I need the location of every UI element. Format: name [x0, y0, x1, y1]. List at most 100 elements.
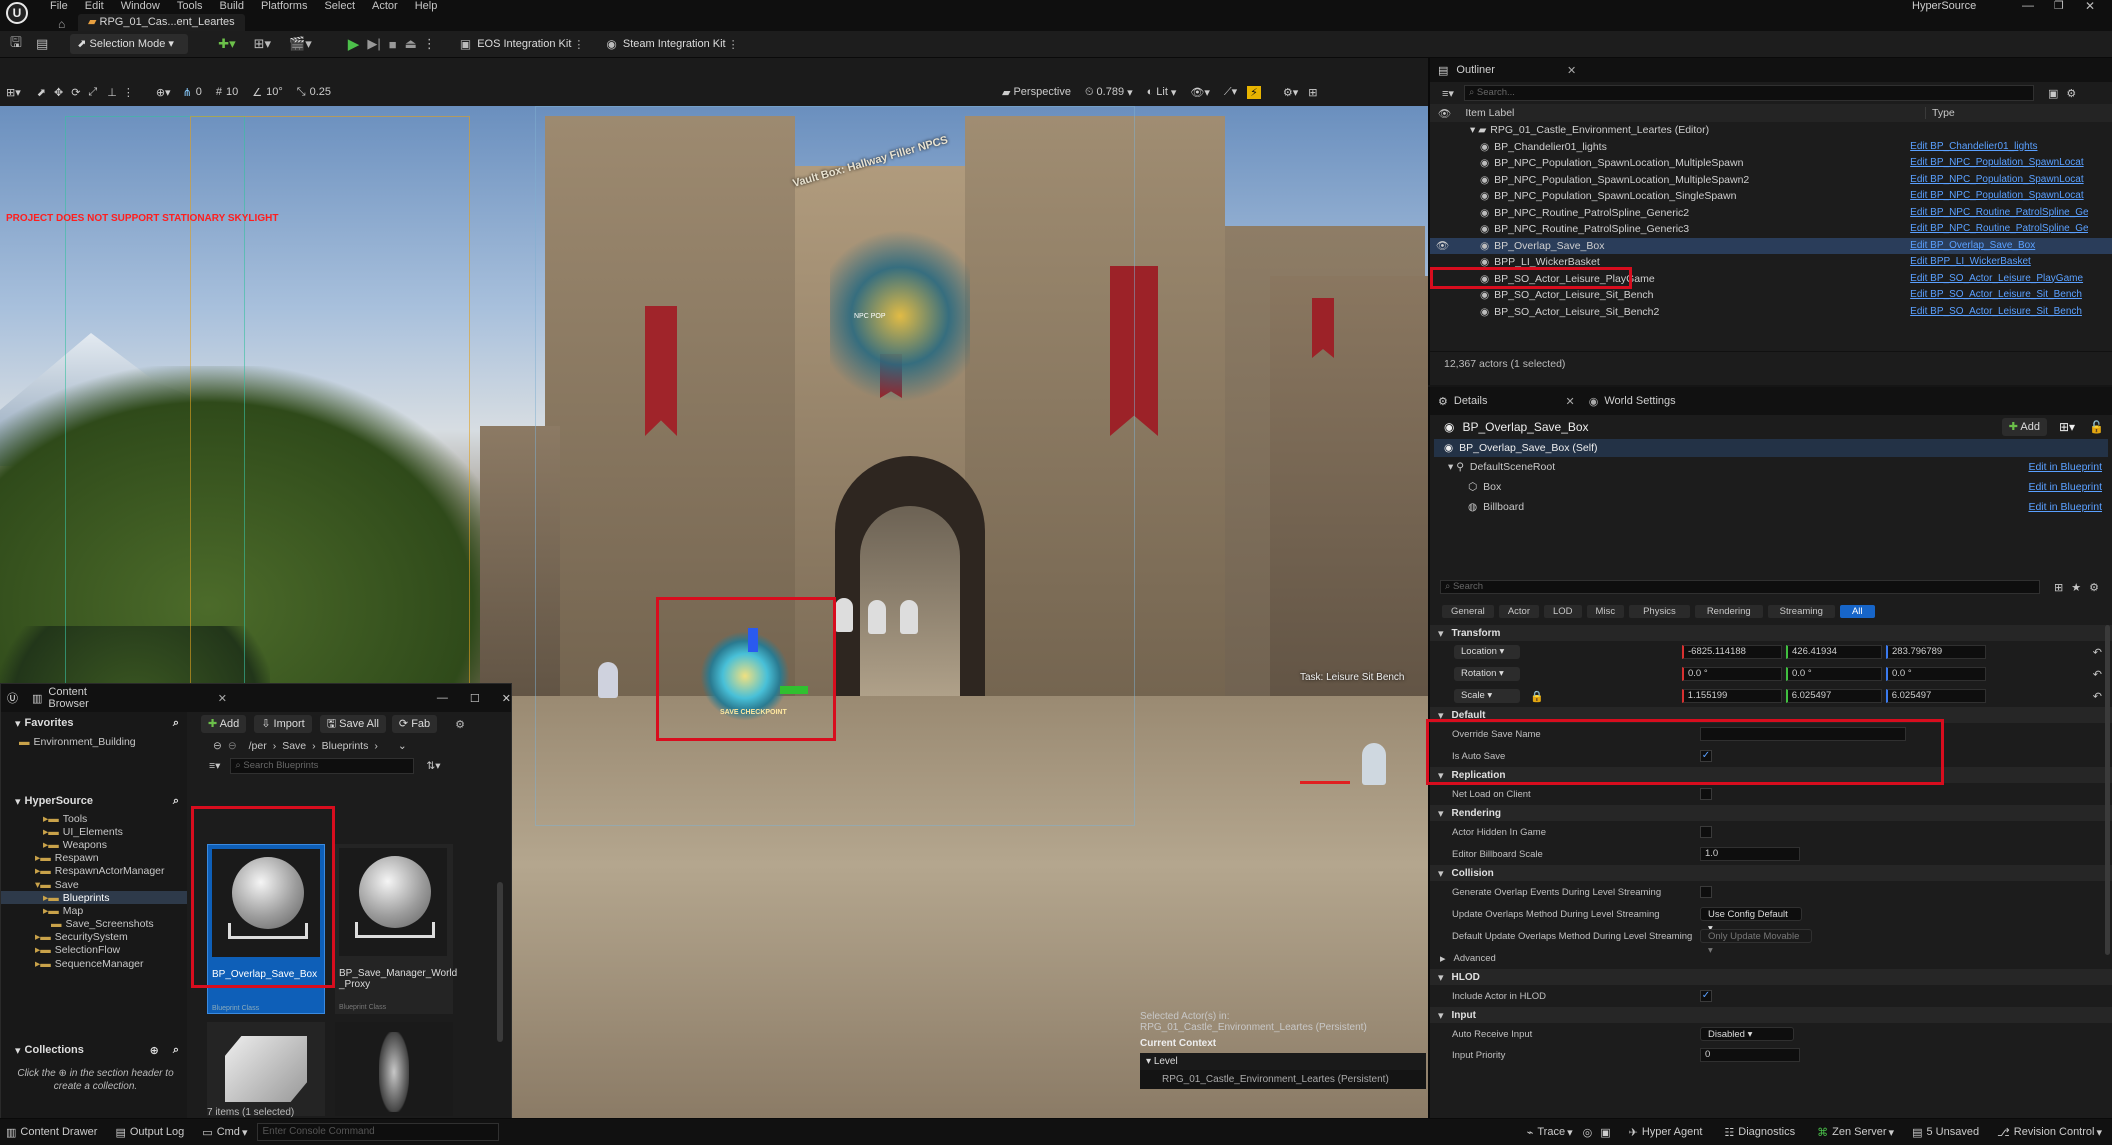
select-tool-icon[interactable]: ⬈	[37, 86, 46, 99]
zen-server-button[interactable]: Zen Server	[1832, 1126, 1886, 1138]
outliner-row[interactable]: 👁 ◉ BP_Overlap_Save_Box Edit BP_Overlap_Sav…	[1430, 237, 2112, 255]
folder-save[interactable]: ▾▬ Save	[1, 878, 187, 891]
outliner-search-input[interactable]: ⌕ Search...	[1463, 85, 2034, 101]
scale-tool-icon[interactable]: ⤢	[88, 86, 97, 99]
collision-advanced[interactable]: ▸ Advanced	[1430, 947, 2112, 969]
rotation-snap-icon[interactable]: ∠	[252, 86, 262, 99]
rotate-tool-icon[interactable]: ⟳	[71, 86, 80, 99]
favorite-item[interactable]: ▬ Environment_Building	[1, 734, 187, 750]
tab-details[interactable]: Details	[1454, 395, 1488, 407]
lock-icon[interactable]: 🔒	[1530, 690, 1544, 703]
history-back-icon[interactable]: ⊖	[213, 740, 222, 752]
play-step-icon[interactable]: ▶|	[367, 36, 380, 52]
category-transform[interactable]: ▾ Transform	[1430, 625, 2112, 641]
details-scrollbar[interactable]	[2105, 625, 2110, 955]
outliner-row-type-link[interactable]: Edit BP_NPC_Population_SpawnLocat	[1910, 172, 2088, 189]
rotation-z-input[interactable]: 0.0 °	[1886, 667, 1986, 681]
input-priority-input[interactable]: 0	[1700, 1048, 1800, 1062]
table-view-icon[interactable]: ⊞	[2054, 581, 2063, 594]
npc-figure-icon[interactable]	[835, 598, 853, 632]
filter-lod[interactable]: LOD	[1544, 604, 1582, 618]
net-load-checkbox[interactable]	[1700, 788, 1712, 800]
scale-x-input[interactable]: 1.155199	[1681, 689, 1782, 703]
menu-tools[interactable]: Tools	[177, 1, 203, 12]
tab-close-icon[interactable]: ✕	[218, 692, 227, 705]
tab-world-settings[interactable]: World Settings	[1604, 395, 1675, 407]
settings-icon[interactable]: ⚙	[2066, 87, 2076, 100]
outliner-row-type-link[interactable]: Edit BP_Chandelier01_lights	[1910, 139, 2088, 156]
snap-translate-value[interactable]: 0	[196, 86, 202, 98]
billboard-scale-input[interactable]: 1.0	[1700, 847, 1800, 861]
close-icon[interactable]: ✕	[2085, 0, 2095, 13]
edit-in-blueprint-link[interactable]: Edit in Blueprint	[2028, 501, 2102, 513]
favorite-star-icon[interactable]: ★	[2071, 581, 2081, 594]
asset-tile[interactable]	[207, 1022, 325, 1116]
details-search-input[interactable]: ⌕ Search	[1440, 580, 2040, 594]
tab-close-icon[interactable]: ✕	[1566, 395, 1575, 408]
location-x-input[interactable]: -6825.114188	[1682, 645, 1782, 659]
more-tools-icon[interactable]: ⋮	[123, 86, 134, 99]
blueprint-options-icon[interactable]: ⊞▾	[2059, 420, 2075, 434]
outliner-row[interactable]: ◉ BP_NPC_Routine_PatrolSpline_Generic2 Edi…	[1430, 205, 2112, 222]
folder-blueprints[interactable]: ▸▬ Blueprints	[1, 891, 187, 905]
window-minimize-icon[interactable]: —	[437, 692, 448, 704]
unreal-logo-icon[interactable]: U	[6, 2, 28, 24]
outliner-row[interactable]: ◉ BP_Chandelier01_lights Edit BP_Chandelie…	[1430, 139, 2112, 156]
blueprint-icon[interactable]: ⊞▾	[254, 36, 271, 52]
visibility-icon[interactable]: 👁	[1438, 107, 1451, 120]
filter-general[interactable]: General	[1442, 604, 1494, 618]
folder-tools[interactable]: ▸▬ Tools	[1, 812, 187, 825]
folder-save-screenshots[interactable]: ▬ Save_Screenshots	[1, 918, 187, 931]
view-mode-dropdown[interactable]: Lit	[1156, 86, 1168, 98]
stop-icon[interactable]: ■	[389, 37, 397, 52]
component-row[interactable]: ▾ ⚲ DefaultSceneRoot Edit in Blueprint	[1434, 457, 2108, 477]
filter-icon[interactable]: ≡▾	[209, 760, 220, 772]
add-button[interactable]: ✚ Add	[201, 715, 247, 733]
console-input[interactable]: Enter Console Command	[257, 1123, 500, 1141]
npc-figure-icon[interactable]	[900, 600, 918, 634]
level-context-header[interactable]: ▾ Level	[1140, 1053, 1426, 1070]
location-y-input[interactable]: 426.41934	[1786, 645, 1882, 659]
npc-figure-icon[interactable]	[868, 600, 886, 634]
filter-icon[interactable]: ≡▾	[1442, 87, 1454, 100]
steam-options-icon[interactable]: ⋮	[728, 38, 739, 51]
default-update-dropdown[interactable]: Only Update Movable ▾	[1700, 929, 1812, 956]
gen-overlap-checkbox[interactable]	[1700, 886, 1712, 898]
outliner-row-type-link[interactable]: Edit BP_Overlap_Save_Box	[1910, 238, 2088, 255]
save-icon[interactable]: 🖫	[10, 32, 22, 56]
add-component-button[interactable]: ✚ Add	[2001, 418, 2047, 436]
npc-figure-icon[interactable]	[1362, 743, 1386, 785]
eos-options-icon[interactable]: ⋮	[573, 38, 584, 51]
outliner-row[interactable]: ◉ BP_SO_Actor_Leisure_Sit_Bench2 Edit BP_S…	[1430, 304, 2112, 321]
collections-header[interactable]: ▾ Collections ⊕ ⌕	[1, 1039, 187, 1061]
menu-file[interactable]: File	[50, 1, 68, 12]
asset-tile[interactable]: BP_Save_Manager_World _Proxy Blueprint C…	[335, 844, 457, 1014]
save-all-button[interactable]: 🖫 Save All	[319, 715, 386, 733]
edit-in-blueprint-link[interactable]: Edit in Blueprint	[2028, 481, 2102, 493]
show-flags-icon[interactable]: 👁▾	[1190, 86, 1210, 99]
outliner-row-type-link[interactable]: Edit BPP_LI_WickerBasket	[1910, 254, 2088, 271]
menu-actor[interactable]: Actor	[372, 1, 398, 12]
lit-chevron-icon[interactable]: ▾	[1171, 86, 1177, 99]
sort-icon[interactable]: ⇅▾	[426, 760, 440, 772]
filter-misc[interactable]: Misc	[1586, 604, 1625, 618]
category-rendering[interactable]: ▾ Rendering	[1430, 805, 2112, 821]
edit-in-blueprint-link[interactable]: Edit in Blueprint	[2028, 461, 2102, 473]
path-segment[interactable]: /per	[249, 740, 267, 752]
outliner-row[interactable]: ◉ BP_NPC_Population_SpawnLocation_Multipl…	[1430, 155, 2112, 172]
folder-respawn-actor-manager[interactable]: ▸▬ RespawnActorManager	[1, 865, 187, 878]
add-actor-icon[interactable]: ✚▾	[218, 36, 235, 52]
scale-snap-icon[interactable]: ⤡	[297, 86, 306, 99]
reset-icon[interactable]: ↶	[2093, 646, 2102, 659]
trace-button[interactable]: Trace	[1537, 1126, 1565, 1138]
search-icon[interactable]: ⌕	[173, 1044, 179, 1057]
include-hlod-checkbox[interactable]: ✓	[1700, 990, 1712, 1002]
speed-chevron-icon[interactable]: ▾	[1127, 86, 1133, 99]
perspective-dropdown[interactable]: Perspective	[1013, 86, 1070, 98]
menu-help[interactable]: Help	[415, 1, 438, 12]
add-folder-icon[interactable]: ▣	[2048, 87, 2058, 100]
filter-streaming[interactable]: Streaming	[1767, 604, 1835, 618]
scale-y-input[interactable]: 6.025497	[1785, 689, 1882, 703]
filter-actor[interactable]: Actor	[1498, 604, 1539, 618]
outliner-row-type-link[interactable]: Edit BP_NPC_Population_SpawnLocat	[1910, 188, 2088, 205]
